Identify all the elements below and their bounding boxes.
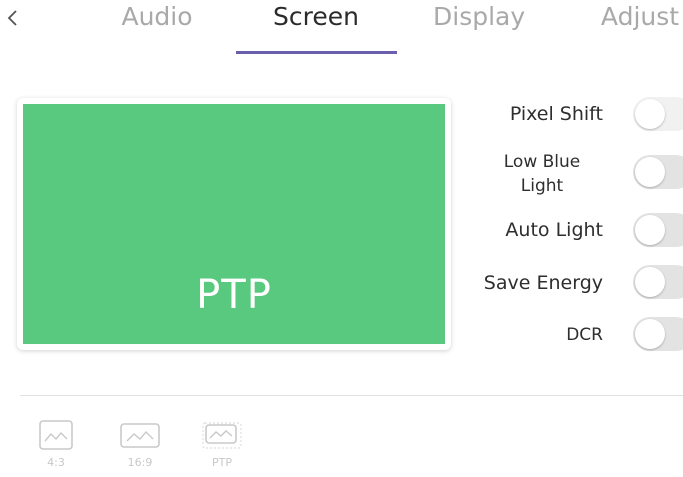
ratio-label: 16:9: [127, 456, 153, 469]
aspect-16-9-icon: [120, 423, 160, 448]
pixel-shift-label: Pixel Shift: [509, 103, 603, 125]
ratio-label: PTP: [212, 456, 232, 469]
toggle-knob: [635, 319, 665, 349]
chevron-left-icon: [7, 10, 17, 26]
aspect-4-3-icon: [39, 420, 73, 450]
tab-audio[interactable]: Audio: [120, 2, 194, 36]
toggle-knob: [635, 157, 665, 187]
ratio-option-ptp[interactable]: PTP: [197, 420, 247, 474]
pixel-shift-toggle[interactable]: [633, 97, 683, 131]
ratio-label: 4:3: [47, 456, 65, 469]
preview-mode-label: PTP: [196, 272, 272, 318]
ratio-option-4-3[interactable]: 4:3: [32, 420, 80, 474]
save-energy-label: Save Energy: [483, 272, 603, 294]
aspect-ptp-icon: [202, 422, 242, 449]
divider: [20, 395, 683, 396]
auto-light-toggle[interactable]: [633, 213, 683, 247]
auto-light-label: Auto Light: [505, 219, 603, 241]
dcr-toggle[interactable]: [633, 317, 683, 351]
low-blue-light-toggle[interactable]: [633, 155, 683, 189]
active-tab-indicator: [236, 51, 397, 54]
screen-preview-card: PTP: [17, 98, 451, 350]
back-button[interactable]: [2, 4, 22, 32]
screen-preview: PTP: [23, 104, 445, 344]
toggle-knob: [635, 215, 665, 245]
save-energy-toggle[interactable]: [633, 265, 683, 299]
tab-screen[interactable]: Screen: [272, 2, 360, 36]
low-blue-light-label: Low Blue Light: [503, 152, 581, 196]
dcr-label: DCR: [566, 325, 603, 345]
tab-adjust[interactable]: Adjust: [597, 2, 683, 36]
toggle-knob: [635, 99, 665, 129]
screen-settings-page: Audio Screen Display Adjust PTP Pixel Sh…: [0, 0, 683, 477]
toggle-knob: [635, 267, 665, 297]
ratio-option-16-9[interactable]: 16:9: [115, 420, 165, 474]
tab-display[interactable]: Display: [433, 2, 525, 36]
